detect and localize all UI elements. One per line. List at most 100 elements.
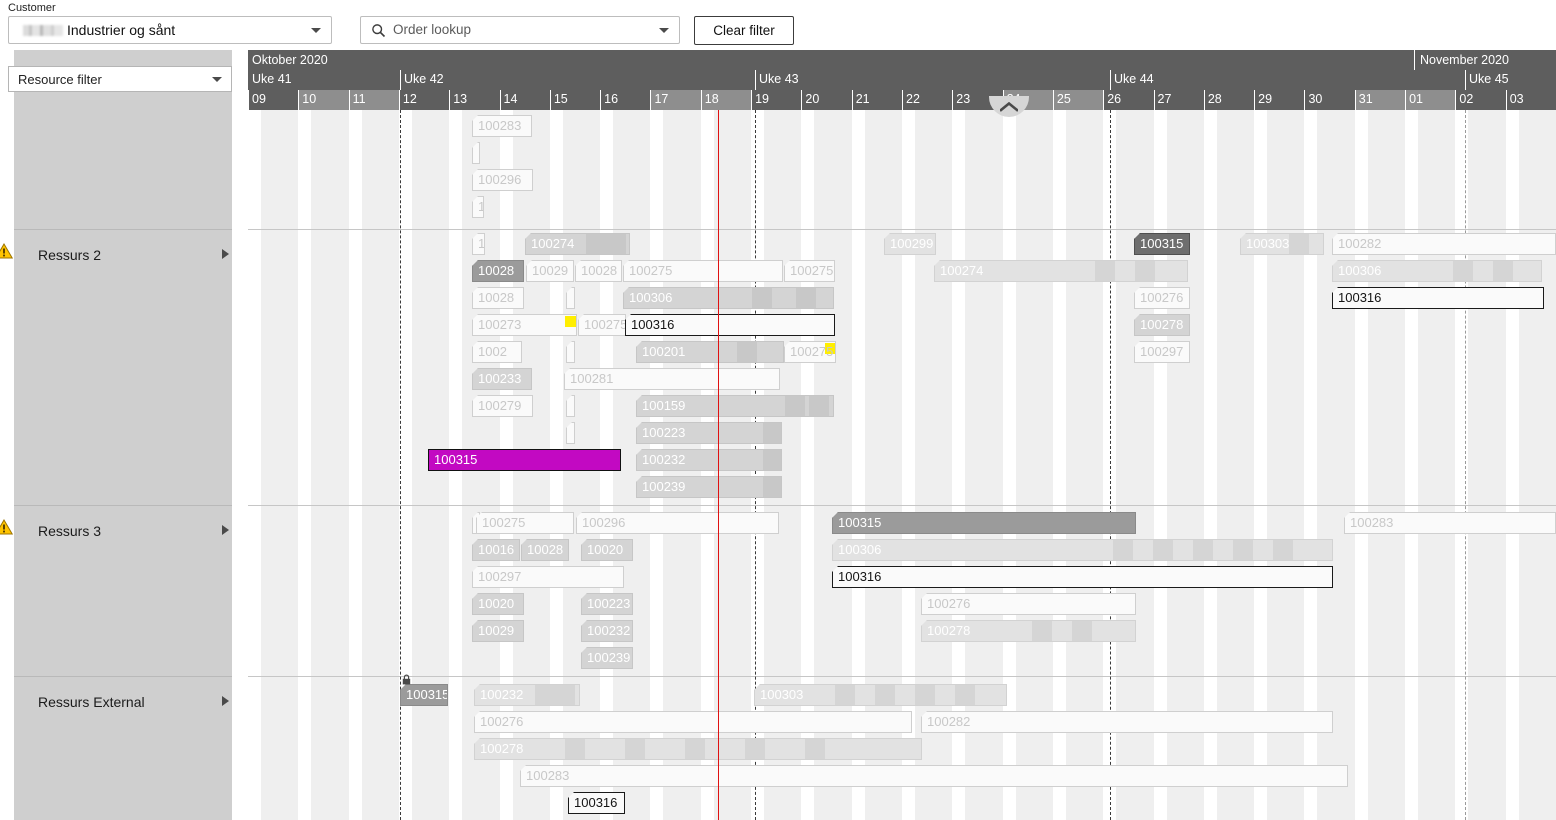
day-column-header[interactable]: 10 [298,90,348,110]
gantt-task-bar[interactable]: 100281 [564,368,780,390]
gantt-task-bar[interactable]: 100296 [472,169,533,191]
gantt-task-bar[interactable]: 100232 [636,449,782,471]
gantt-task-bar[interactable]: 100232 [474,684,580,706]
expand-group-ressurs-external-icon[interactable] [222,696,229,706]
day-column-header[interactable]: 16 [600,90,650,110]
gantt-task-bar[interactable]: 100275 [784,341,836,363]
gantt-task-bar[interactable]: 1002 [472,341,522,363]
gantt-task-bar[interactable]: 10028 [521,539,569,561]
gantt-task-bar[interactable]: 100274 [934,260,1188,282]
expand-group-ressurs-3-icon[interactable] [222,525,229,535]
day-column-header[interactable]: 30 [1304,90,1354,110]
gantt-task-bar[interactable]: 100239 [581,647,633,669]
gantt-task-bar[interactable]: 100303 [1240,233,1324,255]
gantt-task-bar[interactable]: 100303 [754,684,1007,706]
gantt-task-bar[interactable]: 100275 [784,260,835,282]
day-column-header[interactable]: 28 [1204,90,1254,110]
day-column-header[interactable]: 03 [1506,90,1556,110]
gantt-task-bar[interactable]: 100159 [636,395,834,417]
gantt-task-bar[interactable]: 100297 [472,566,624,588]
day-column-header[interactable]: 15 [550,90,600,110]
day-column-header[interactable]: 09 [248,90,298,110]
gantt-task-bar[interactable]: 10020 [581,539,633,561]
gantt-task-bar[interactable]: 100201 [636,341,784,363]
gantt-task-bar[interactable]: 100223 [581,593,633,615]
gantt-task-bar[interactable]: 100273 [472,314,577,336]
gantt-task-bar[interactable]: 100232 [581,620,633,642]
gantt-task-bar[interactable]: 100306 [1332,260,1542,282]
gantt-task-bar[interactable]: 10028 [472,260,524,282]
chevron-down-icon [311,28,321,33]
expand-group-ressurs-2-icon[interactable] [222,249,229,259]
gantt-task-bar[interactable]: 100282 [921,711,1333,733]
gantt-task-bar[interactable]: 100315 [832,512,1136,534]
gantt-task-bar[interactable]: 100296 [576,512,779,534]
gantt-task-bar[interactable]: 100223 [636,422,782,444]
gantt-task-bar[interactable]: 100275 [623,260,783,282]
task-bar-label: 1 [478,199,484,214]
gantt-task-bar[interactable]: 100279 [472,395,533,417]
day-column-header[interactable]: 11 [349,90,399,110]
group-row-separator [248,505,1556,506]
gantt-task-bar[interactable]: 100283 [472,115,532,137]
day-column-header[interactable]: 26 [1103,90,1153,110]
resource-filter-dropdown[interactable]: Resource filter [8,66,232,92]
day-column-header[interactable]: 18 [701,90,751,110]
gantt-task-bar[interactable]: 10028 [472,287,524,309]
day-column-header[interactable]: 02 [1455,90,1505,110]
timeline-scale[interactable]: Oktober 2020November 2020Uke 41Uke 42Uke… [248,50,1556,110]
gantt-task-bar[interactable]: 100315 [400,684,448,706]
gantt-task-bar[interactable]: 100276 [474,711,912,733]
day-column-header[interactable]: 12 [399,90,449,110]
gantt-task-bar[interactable]: 100306 [623,287,834,309]
gantt-task-bar[interactable]: 100275 [476,512,574,534]
task-bar-label: 100278 [927,623,970,638]
gantt-task-bar[interactable]: 100278 [1134,314,1190,336]
order-lookup-input[interactable]: Order lookup [360,16,680,44]
customer-dropdown[interactable]: Industrier og sånt [8,16,332,44]
day-column-header[interactable]: 21 [852,90,902,110]
gantt-task-bar[interactable]: 100274 [525,233,630,255]
clear-filter-button[interactable]: Clear filter [694,16,794,45]
gantt-task-bar[interactable]: 10029 [472,620,524,642]
day-column-header[interactable]: 31 [1355,90,1405,110]
gantt-task-bar[interactable]: 100316 [1332,287,1544,309]
day-column-header[interactable]: 17 [650,90,700,110]
gantt-task-bar[interactable]: 100282 [1332,233,1556,255]
gantt-task-bar[interactable]: 100278 [921,620,1136,642]
gantt-task-bar[interactable]: 100306 [832,539,1333,561]
gantt-task-bar[interactable]: 100283 [520,765,1348,787]
task-bar-label: 100281 [570,371,613,386]
gantt-task-bar[interactable]: 100278 [474,738,922,760]
gantt-task-bar[interactable]: 100297 [1134,341,1190,363]
gantt-task-bar[interactable]: 10028 [575,260,622,282]
day-column-header[interactable]: 20 [801,90,851,110]
day-column-header[interactable]: 25 [1053,90,1103,110]
day-column-header[interactable]: 29 [1254,90,1304,110]
gantt-task-bar[interactable]: 100283 [1344,512,1556,534]
gantt-task-bar[interactable]: 10020 [472,593,524,615]
gantt-task-bar[interactable]: 100316 [568,792,625,814]
gantt-task-bar[interactable]: 100316 [625,314,835,336]
day-column-header[interactable]: 22 [902,90,952,110]
day-column-header[interactable]: 14 [500,90,550,110]
week-gridline [400,110,401,820]
gantt-task-bar[interactable]: 100275 [578,314,626,336]
day-column-header[interactable]: 27 [1154,90,1204,110]
gantt-timeline-pane[interactable]: 1002831002961110027410029910031510030310… [248,110,1556,820]
gantt-task-bar[interactable]: 100239 [636,476,782,498]
day-column-header[interactable]: 13 [449,90,499,110]
day-column-header[interactable]: 19 [751,90,801,110]
gantt-task-bar[interactable]: 100233 [472,368,532,390]
gantt-task-bar[interactable]: 100315 [1134,233,1190,255]
gantt-task-bar[interactable]: 100316 [832,566,1333,588]
gantt-task-bar[interactable]: 100276 [1134,287,1190,309]
gantt-task-bar[interactable]: 100315 [428,449,621,471]
day-column-header[interactable]: 01 [1405,90,1455,110]
gantt-task-bar[interactable]: 100276 [921,593,1136,615]
gantt-task-bar[interactable]: 10029 [526,260,574,282]
gantt-task-bar[interactable]: 100299 [884,233,936,255]
gantt-task-bar[interactable]: 10016 [472,539,520,561]
day-number: 19 [755,92,769,106]
group-row-separator [248,229,1556,230]
